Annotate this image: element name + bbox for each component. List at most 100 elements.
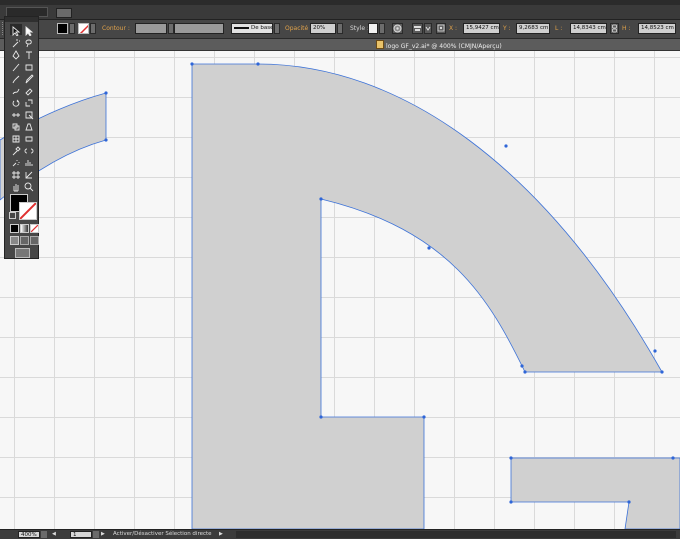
opacity-dropdown[interactable] xyxy=(337,23,343,34)
zoom-field[interactable]: 400% xyxy=(18,531,40,538)
anchor-point[interactable] xyxy=(104,138,108,142)
color-mode-button[interactable] xyxy=(10,224,19,233)
mesh-tool[interactable] xyxy=(10,132,22,143)
magic-wand-tool[interactable] xyxy=(10,36,22,48)
column-graph-tool[interactable] xyxy=(23,156,35,167)
anchor-point[interactable] xyxy=(256,62,260,66)
no-stroke-icon xyxy=(79,24,88,33)
style-swatch[interactable] xyxy=(368,23,378,34)
style-dropdown[interactable] xyxy=(379,23,385,34)
draw-normal-button[interactable] xyxy=(10,236,19,245)
tools-panel-header[interactable] xyxy=(5,17,38,22)
hand-tool[interactable] xyxy=(10,180,22,192)
document-tab-title: logo GF_v2.ai* @ 400% (CMJN/Aperçu) xyxy=(386,43,502,50)
anchor-point[interactable] xyxy=(660,370,664,374)
type-tool[interactable] xyxy=(23,48,35,59)
screen-mode-button[interactable] xyxy=(15,248,30,258)
constrain-proportions-button[interactable] xyxy=(610,23,619,34)
anchor-point[interactable] xyxy=(319,415,323,419)
stroke-color-swatch[interactable] xyxy=(19,202,37,220)
scale-icon xyxy=(25,99,33,107)
gradient-mode-button[interactable] xyxy=(20,224,29,233)
document-tab-bar: logo GF_v2.ai* @ 400% (CMJN/Aperçu) xyxy=(0,39,680,51)
width-tool[interactable] xyxy=(10,108,22,119)
anchor-point[interactable] xyxy=(671,456,675,460)
zoom-tool[interactable] xyxy=(23,180,35,192)
pencil-tool[interactable] xyxy=(23,72,35,84)
stroke-swatch[interactable] xyxy=(78,23,89,34)
stroke-dropdown[interactable] xyxy=(90,23,96,34)
shape-builder-tool[interactable] xyxy=(10,120,22,131)
align-options-button[interactable] xyxy=(424,23,432,34)
fill-swatch[interactable] xyxy=(57,23,68,34)
anchor-point[interactable] xyxy=(319,197,323,201)
workspace-switcher-button[interactable] xyxy=(56,8,72,18)
zoom-dropdown[interactable] xyxy=(41,531,47,538)
blend-tool[interactable] xyxy=(23,144,35,155)
artwork-svg[interactable] xyxy=(0,51,680,529)
y-field[interactable]: 9,2683 cm xyxy=(516,23,550,34)
perspective-tool[interactable] xyxy=(23,120,35,131)
brush-tool[interactable] xyxy=(10,72,22,84)
anchor-point[interactable] xyxy=(190,62,194,66)
anchor-point[interactable] xyxy=(422,415,426,419)
width-label: L : xyxy=(555,25,563,32)
x-field[interactable]: 15,9427 cm xyxy=(463,23,500,34)
anchor-point[interactable] xyxy=(104,91,108,95)
brush-definition-field[interactable]: De base xyxy=(231,23,273,34)
fill-dropdown[interactable] xyxy=(69,23,75,34)
gradient-tool[interactable] xyxy=(23,132,35,143)
line-tool[interactable] xyxy=(10,60,22,72)
status-menu-button[interactable]: ▶ xyxy=(219,531,227,538)
zoom-value: 400% xyxy=(21,532,37,538)
stroke-weight-field[interactable] xyxy=(135,23,167,34)
draw-inside-button[interactable] xyxy=(30,236,39,245)
pen-tool[interactable] xyxy=(10,48,22,60)
anchor-point[interactable] xyxy=(627,500,631,504)
lasso-tool[interactable] xyxy=(23,36,35,48)
default-colors-icon[interactable] xyxy=(9,212,16,219)
recolor-artwork-button[interactable] xyxy=(392,23,403,34)
anchor-point[interactable] xyxy=(520,364,524,368)
blob-brush-tool[interactable] xyxy=(10,84,22,95)
blob-brush-icon xyxy=(12,88,20,95)
page-dropdown[interactable] xyxy=(93,531,99,538)
artboard-tool[interactable] xyxy=(10,168,22,179)
right-shape-path[interactable] xyxy=(510,457,680,529)
width-field[interactable]: 14,8343 cm xyxy=(570,23,607,34)
next-artboard-button[interactable]: ▶ xyxy=(101,531,109,538)
slice-tool[interactable] xyxy=(23,168,35,179)
document-tab[interactable]: logo GF_v2.ai* @ 400% (CMJN/Aperçu) xyxy=(376,40,502,50)
brush-stroke-preview xyxy=(234,27,249,29)
variable-width-field[interactable] xyxy=(174,23,224,34)
anchor-point[interactable] xyxy=(653,349,657,353)
symbol-sprayer-tool[interactable] xyxy=(10,156,22,167)
scale-tool[interactable] xyxy=(23,96,35,107)
align-button[interactable] xyxy=(412,23,423,34)
slice-icon xyxy=(25,171,33,179)
page-field[interactable]: 1 xyxy=(70,531,92,538)
none-mode-button[interactable] xyxy=(30,224,39,233)
eraser-tool[interactable] xyxy=(23,84,35,96)
anchor-point[interactable] xyxy=(427,246,431,250)
eyedropper-tool[interactable] xyxy=(10,144,22,156)
anchor-point[interactable] xyxy=(509,500,513,504)
selection-tool[interactable] xyxy=(10,24,22,36)
previous-artboard-button[interactable]: ◀ xyxy=(52,531,60,538)
free-transform-tool[interactable] xyxy=(23,108,35,120)
draw-behind-button[interactable] xyxy=(20,236,29,245)
anchor-point[interactable] xyxy=(509,456,513,460)
brush-definition-dropdown[interactable] xyxy=(274,23,280,34)
reference-point-button[interactable] xyxy=(436,23,446,34)
anchor-point[interactable] xyxy=(504,144,508,148)
opacity-field[interactable]: 20% xyxy=(310,23,336,34)
no-color-icon xyxy=(31,225,38,232)
anchor-point[interactable] xyxy=(523,370,527,374)
horizontal-scrollbar[interactable] xyxy=(236,531,676,538)
rectangle-tool[interactable] xyxy=(23,60,35,71)
height-label: H : xyxy=(622,25,631,32)
height-field[interactable]: 14,8523 cm xyxy=(638,23,676,34)
direct-selection-tool[interactable] xyxy=(23,24,35,36)
artboard-canvas[interactable] xyxy=(0,51,680,529)
rotate-tool[interactable] xyxy=(10,96,22,107)
